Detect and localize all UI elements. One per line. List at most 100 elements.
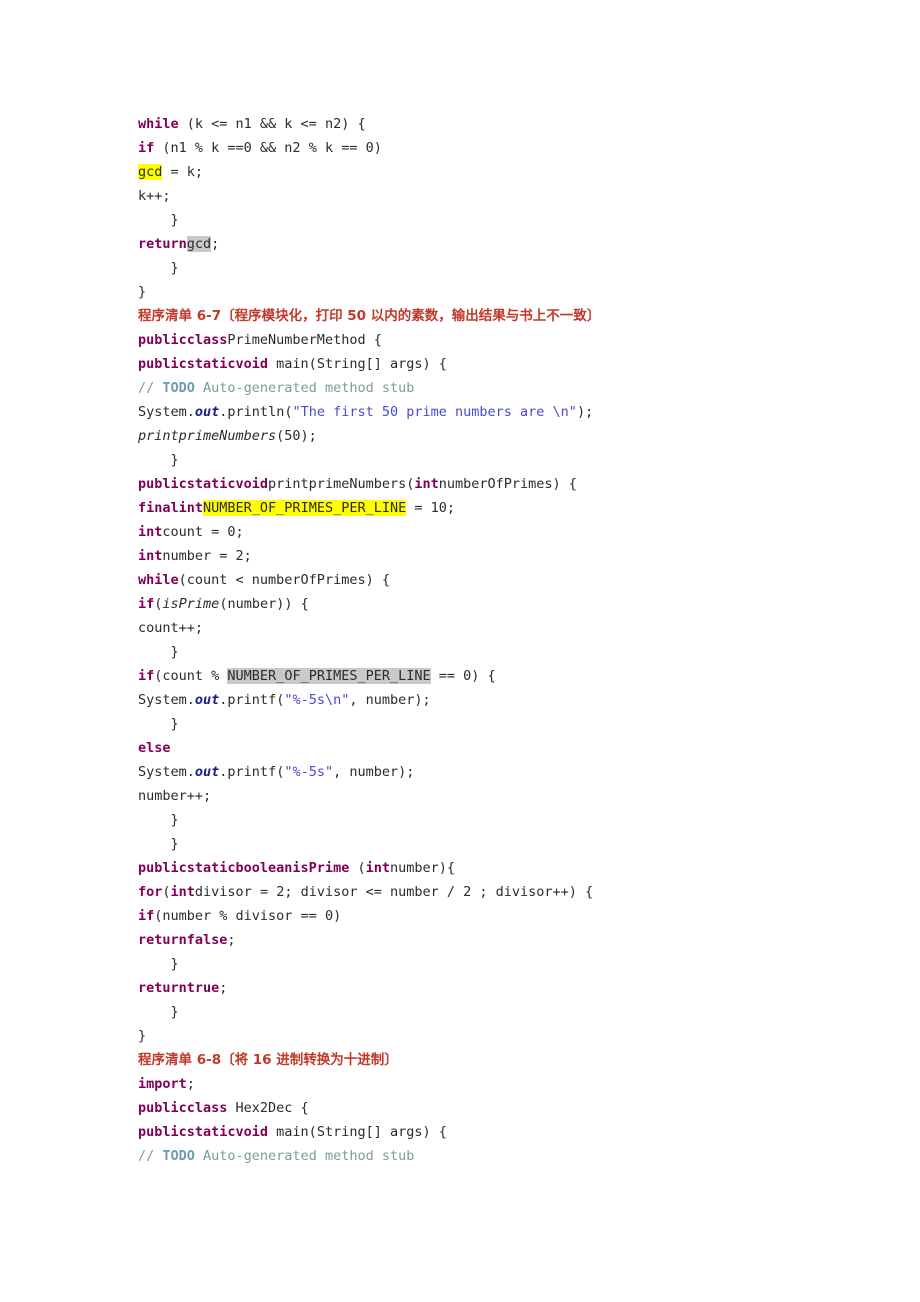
code-line: publicclassPrimeNumberMethod { — [138, 328, 838, 352]
code-line: System.out.println("The first 50 prime n… — [138, 400, 838, 424]
keyword-return-false: returnfalse — [138, 932, 228, 948]
keyword-if: if — [138, 140, 155, 156]
string-literal: "%-5s" — [284, 764, 334, 780]
keyword-if: if — [138, 908, 155, 924]
code-line: } — [138, 812, 179, 828]
code-line: } — [138, 956, 179, 972]
keyword-while: while — [138, 572, 179, 588]
code-line: System.out.printf("%-5s", number); — [138, 760, 838, 784]
code-line: while (k <= n1 && k <= n2) { — [138, 112, 838, 136]
code-text: = k; — [162, 164, 204, 180]
code-line: } — [138, 452, 179, 468]
code-text: divisor = 2; divisor <= number / 2 ; div… — [194, 884, 594, 900]
code-line: } — [138, 1004, 179, 1020]
code-line: publicstaticbooleanisPrime (intnumber){ — [138, 856, 838, 880]
document-page: while (k <= n1 && k <= n2) { if (n1 % k … — [0, 0, 920, 1302]
keyword-int: int — [414, 476, 439, 492]
keyword-public-static-boolean-isprime: publicstaticbooleanisPrime — [138, 860, 350, 876]
code-text: ( — [162, 884, 171, 900]
code-line: number++; — [138, 788, 212, 804]
code-line: } — [138, 716, 179, 732]
code-text: = 10; — [406, 500, 456, 516]
code-line: finalintNUMBER_OF_PRIMES_PER_LINE = 10; — [138, 496, 838, 520]
code-text: , number); — [333, 764, 415, 780]
code-text: (count < numberOfPrimes) { — [178, 572, 390, 588]
code-text: printprimeNumbers( — [268, 476, 415, 492]
field-out: out — [194, 404, 220, 420]
code-line: count++; — [138, 620, 204, 636]
code-text: System. — [138, 404, 195, 420]
method-call-isprime: isPrime — [162, 596, 220, 612]
code-text: .printf( — [219, 692, 285, 708]
code-text: ; — [219, 980, 228, 996]
keyword-return-true: returntrue — [138, 980, 220, 996]
listing-heading-6-8: 程序清单 6-8〔将 16 进制转换为十进制〕 — [138, 1052, 398, 1068]
highlight-gray-constant: NUMBER_OF_PRIMES_PER_LINE — [227, 668, 431, 684]
code-line: } — [138, 644, 179, 660]
code-line: else — [138, 736, 838, 760]
keyword-return: return — [138, 236, 187, 252]
string-literal: "The first 50 prime numbers are \n" — [292, 404, 577, 420]
code-line: System.out.printf("%-5s\n", number); — [138, 688, 838, 712]
code-text: ( — [349, 860, 366, 876]
code-text: (count % — [154, 668, 228, 684]
code-line: printprimeNumbers(50); — [138, 424, 838, 448]
code-text: number = 2; — [162, 548, 252, 564]
code-text: PrimeNumberMethod { — [227, 332, 382, 348]
method-call: printprimeNumbers — [138, 428, 277, 444]
code-text: ; — [186, 1076, 195, 1092]
keyword-int: int — [170, 884, 195, 900]
code-line: k++; — [138, 188, 171, 204]
code-text: .println( — [219, 404, 293, 420]
code-line: } — [138, 212, 179, 228]
code-line: publicclass Hex2Dec { — [138, 1096, 838, 1120]
code-text: ); — [576, 404, 594, 420]
keyword-public-class: publicclass — [138, 332, 228, 348]
comment-text: Auto-generated method stub — [194, 1148, 415, 1164]
field-out: out — [194, 692, 220, 708]
code-line: // TODO Auto-generated method stub — [138, 376, 838, 400]
code-text: (50); — [276, 428, 317, 444]
highlight-gray-gcd: gcd — [186, 236, 212, 252]
code-line: } — [138, 836, 179, 852]
code-line: } — [138, 284, 147, 300]
code-text: (k <= n1 && k <= n2) { — [178, 116, 366, 132]
keyword-public-static-void: publicstaticvoid — [138, 356, 269, 372]
listing-heading-6-7: 程序清单 6-7〔程序模块化，打印 50 以内的素数，输出结果与书上不一致〕 — [138, 308, 601, 324]
field-out: out — [194, 764, 220, 780]
keyword-else: else — [138, 740, 171, 756]
comment-todo-tag: TODO — [162, 380, 195, 396]
code-text: numberOfPrimes) { — [438, 476, 577, 492]
keyword-if: if — [138, 668, 155, 684]
keyword-int: int — [365, 860, 390, 876]
keyword-while: while — [138, 116, 179, 132]
code-text: == 0) { — [430, 668, 496, 684]
code-line: if(isPrime(number)) { — [138, 592, 838, 616]
code-line: returntrue; — [138, 976, 838, 1000]
comment-slashes: // — [138, 380, 163, 396]
code-line: } — [138, 260, 179, 276]
code-line: while(count < numberOfPrimes) { — [138, 568, 838, 592]
code-text: number){ — [389, 860, 456, 876]
page-content: while (k <= n1 && k <= n2) { if (n1 % k … — [138, 112, 838, 1168]
keyword-int: int — [138, 524, 163, 540]
code-text: main(String[] args) { — [268, 1124, 447, 1140]
code-line: if(number % divisor == 0) — [138, 904, 838, 928]
code-line: if(count % NUMBER_OF_PRIMES_PER_LINE == … — [138, 664, 838, 688]
comment-text: Auto-generated method stub — [194, 380, 415, 396]
code-text: System. — [138, 764, 195, 780]
code-text: ; — [211, 236, 220, 252]
code-line: if (n1 % k ==0 && n2 % k == 0) — [138, 136, 838, 160]
comment-todo-tag: TODO — [162, 1148, 195, 1164]
code-text: main(String[] args) { — [268, 356, 447, 372]
code-text: (number)) { — [219, 596, 309, 612]
keyword-public-class: publicclass — [138, 1100, 228, 1116]
code-text: Hex2Dec { — [227, 1100, 309, 1116]
code-line: import; — [138, 1072, 838, 1096]
code-line: for(intdivisor = 2; divisor <= number / … — [138, 880, 838, 904]
code-text: (number % divisor == 0) — [154, 908, 342, 924]
code-text: System. — [138, 692, 195, 708]
code-line: } — [138, 1028, 147, 1044]
code-line: intnumber = 2; — [138, 544, 838, 568]
keyword-public-static-void: publicstaticvoid — [138, 1124, 269, 1140]
